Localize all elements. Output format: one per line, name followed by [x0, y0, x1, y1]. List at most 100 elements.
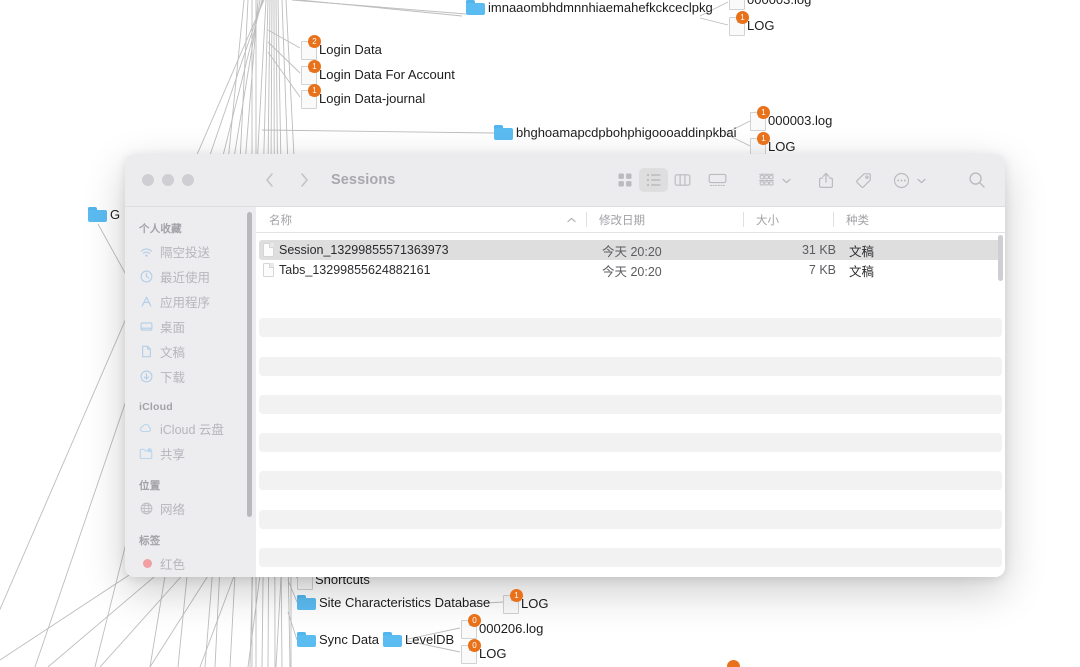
tree-node-label: 000003.log — [768, 114, 832, 128]
tree-node-folder: LevelDB — [383, 632, 454, 647]
window-titlebar: Sessions — [125, 154, 1005, 207]
sidebar-item-applications[interactable]: 应用程序 — [125, 289, 256, 314]
screen: imnaaombhdmnnhiaemahefkckceclpkg 1 00000… — [0, 0, 1080, 667]
tree-node-file: 1 000003.log — [729, 0, 811, 8]
tree-node-file: 2 Login Data — [301, 41, 382, 58]
folder-icon — [297, 632, 316, 647]
folder-icon — [466, 0, 485, 15]
desktop-icon — [139, 320, 153, 334]
count-badge: 1 — [757, 106, 770, 119]
document-icon — [263, 263, 274, 277]
cell-date: 今天 20:20 — [589, 260, 746, 280]
sidebar-section-favorites-title: 个人收藏 — [125, 214, 256, 239]
file-name-label: Tabs_13299855624882161 — [279, 263, 431, 277]
column-header-label: 名称 — [256, 212, 292, 228]
tree-node-folder: Site Characteristics Database — [297, 595, 490, 610]
chevron-down-icon[interactable] — [917, 171, 926, 189]
file-node-icon-group: 2 — [301, 41, 319, 58]
column-view-button[interactable] — [668, 168, 697, 192]
column-header-label: 大小 — [743, 212, 779, 228]
sidebar-item-downloads[interactable]: 下载 — [125, 364, 256, 389]
file-node-icon-group: 1 — [301, 66, 319, 83]
sidebar-item-documents[interactable]: 文稿 — [125, 339, 256, 364]
icon-view-button[interactable] — [610, 168, 639, 192]
column-header-size[interactable]: 大小 — [743, 207, 833, 232]
window-body: 个人收藏 隔空投送 — [125, 207, 1005, 577]
more-options-control[interactable] — [887, 168, 926, 192]
search-button[interactable] — [962, 168, 991, 192]
back-button[interactable] — [256, 167, 282, 193]
sidebar-item-recents[interactable]: 最近使用 — [125, 264, 256, 289]
cell-size: 31 KB — [746, 240, 836, 260]
table-row[interactable]: Tabs_13299855624882161 今天 20:20 7 KB 文稿 — [259, 260, 1002, 280]
tree-node-file: 1 Login Data-journal — [301, 90, 425, 107]
tree-node-file: 1 LOG — [750, 138, 795, 155]
tree-node-label: G — [110, 208, 120, 222]
minimize-button[interactable] — [162, 174, 174, 186]
tree-node-folder: G — [88, 207, 120, 222]
file-list-rows[interactable]: Session_13299855571363973 今天 20:20 31 KB… — [256, 233, 1005, 577]
cell-name: Tabs_13299855624882161 — [259, 260, 589, 280]
tree-node-label: Sync Data — [319, 633, 379, 647]
empty-row-stripe — [259, 318, 1002, 337]
list-view-button[interactable] — [639, 168, 668, 192]
file-node-icon-group: 1 — [750, 112, 768, 129]
count-badge: 1 — [736, 11, 749, 24]
tree-node-label: 000003.log — [747, 0, 811, 7]
sidebar-item-red-tag[interactable]: 红色 — [125, 551, 256, 576]
tree-node-label: imnaaombhdmnnhiaemahefkckceclpkg — [488, 1, 713, 15]
more-options-button[interactable] — [887, 168, 916, 192]
tree-node-folder: Sync Data — [297, 632, 379, 647]
tree-node-folder: bhghoamapcdpbohphigoooaddinpkbai — [494, 125, 736, 140]
sidebar[interactable]: 个人收藏 隔空投送 — [125, 207, 256, 577]
tree-node-file: 0 LOG — [461, 645, 506, 662]
forward-button[interactable] — [291, 167, 317, 193]
tree-node-label: LevelDB — [405, 633, 454, 647]
zoom-button[interactable] — [182, 174, 194, 186]
count-badge: 0 — [468, 639, 481, 652]
document-icon — [139, 345, 153, 359]
chevron-down-icon[interactable] — [782, 171, 791, 189]
window-controls — [142, 174, 194, 186]
sidebar-item-label: 应用程序 — [160, 292, 210, 311]
file-list-scrollbar[interactable] — [998, 235, 1003, 281]
column-header-kind[interactable]: 种类 — [833, 207, 1005, 232]
column-header-name[interactable]: 名称 — [256, 207, 586, 232]
sidebar-item-icloud-drive[interactable]: iCloud 云盘 — [125, 416, 256, 441]
sidebar-item-desktop[interactable]: 桌面 — [125, 314, 256, 339]
group-by-button[interactable] — [752, 168, 781, 192]
tag-button[interactable] — [849, 168, 878, 192]
cell-kind: 文稿 — [836, 260, 1002, 280]
tree-node-folder: imnaaombhdmnnhiaemahefkckceclpkg — [466, 0, 713, 15]
sidebar-item-label: 隔空投送 — [160, 242, 210, 261]
close-button[interactable] — [142, 174, 154, 186]
empty-row-stripe — [259, 395, 1002, 414]
folder-icon — [494, 125, 513, 140]
empty-row-stripe — [259, 548, 1002, 567]
share-button[interactable] — [811, 168, 840, 192]
count-badge — [727, 660, 740, 667]
document-icon — [729, 0, 743, 8]
finder-window[interactable]: Sessions — [125, 154, 1005, 577]
tree-node-label: Login Data — [319, 43, 382, 57]
gallery-view-button[interactable] — [703, 168, 732, 192]
sidebar-item-network[interactable]: 网络 — [125, 496, 256, 521]
tree-node-label: Login Data-journal — [319, 92, 425, 106]
column-header-date-modified[interactable]: 修改日期 — [586, 207, 743, 232]
cell-kind: 文稿 — [836, 240, 1002, 260]
sidebar-item-shared[interactable]: 共享 — [125, 441, 256, 466]
tree-node-label: LOG — [747, 19, 774, 33]
sidebar-item-label: 红色 — [160, 554, 185, 573]
sidebar-section-locations-title: 位置 — [125, 466, 256, 496]
sidebar-section-icloud-title: iCloud — [125, 389, 256, 416]
sidebar-scrollbar[interactable] — [247, 212, 252, 517]
table-row[interactable]: Session_13299855571363973 今天 20:20 31 KB… — [259, 240, 1002, 260]
group-by-control[interactable] — [752, 168, 791, 192]
sidebar-item-airdrop[interactable]: 隔空投送 — [125, 239, 256, 264]
globe-icon — [139, 502, 153, 516]
sidebar-item-label: iCloud 云盘 — [160, 419, 224, 438]
tree-node-file: 1 000003.log — [750, 112, 832, 129]
clock-icon — [139, 270, 153, 284]
empty-row-stripe — [259, 357, 1002, 376]
count-badge: 1 — [757, 132, 770, 145]
